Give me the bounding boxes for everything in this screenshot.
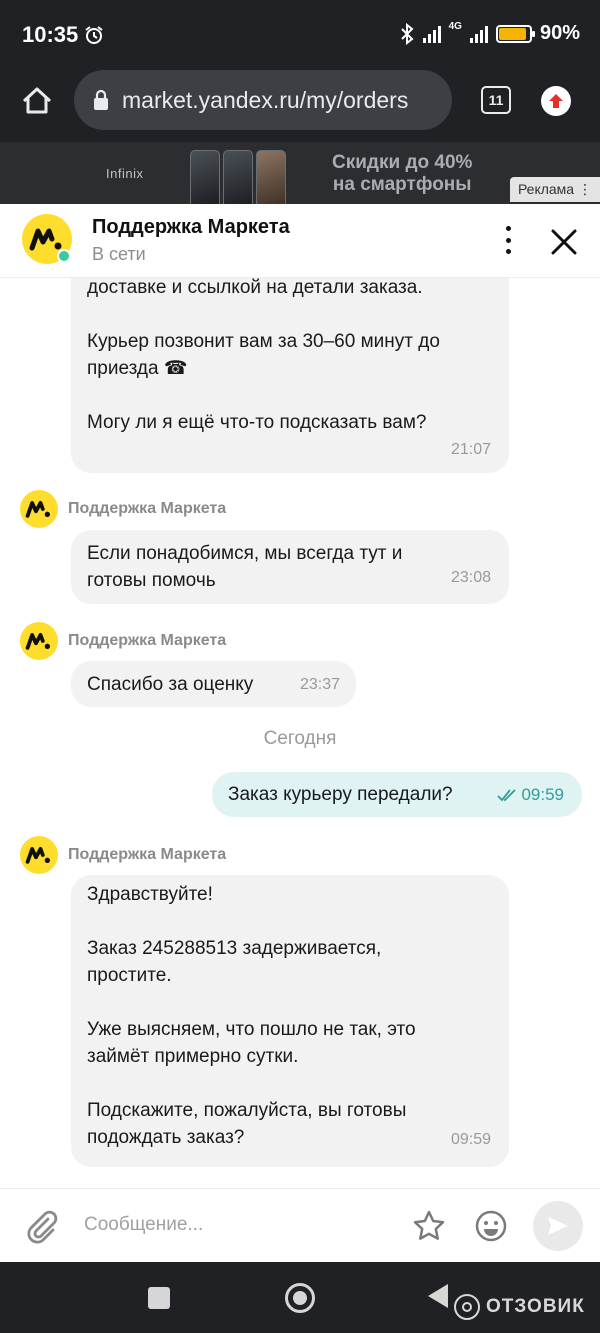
home-icon[interactable] <box>20 84 54 118</box>
online-indicator <box>57 249 71 263</box>
more-vertical-icon: ⋮ <box>578 181 592 197</box>
status-time-group: 10:35 <box>22 22 104 48</box>
signal-strength-icon-2 <box>469 25 488 43</box>
message-bubble: доставке и ссылкой на детали заказа. Кур… <box>71 278 509 473</box>
url-text: market.yandex.ru/my/orders <box>122 86 409 113</box>
message-line <box>87 382 493 409</box>
message-time: 09:59 <box>521 784 564 804</box>
browser-toolbar: market.yandex.ru/my/orders 11 <box>0 70 600 142</box>
avatar <box>20 836 58 874</box>
tab-switcher-button[interactable]: 11 <box>481 86 511 114</box>
network-type: 4G <box>448 21 462 32</box>
battery-percent: 90% <box>539 22 580 44</box>
home-button[interactable] <box>285 1283 315 1313</box>
message-time: 21:07 <box>450 441 491 458</box>
avatar <box>20 622 58 660</box>
message-bubble: Спасибо за оценку 23:37 <box>71 661 356 707</box>
day-separator: Сегодня <box>263 728 337 749</box>
ad-brand: Infinix <box>106 166 144 181</box>
alarm-icon <box>85 26 103 44</box>
system-nav-bar: ОТЗОВИК <box>0 1262 600 1333</box>
message-line: приезда ☎ <box>87 358 188 379</box>
message-time: 23:08 <box>450 569 491 586</box>
ad-promo-line1: Скидки до 40% <box>332 152 473 173</box>
ad-label[interactable]: Реклама ⋮ <box>509 177 600 202</box>
watermark: ОТЗОВИК <box>454 1294 585 1320</box>
attach-icon[interactable] <box>24 1209 60 1245</box>
message-list[interactable]: доставке и ссылкой на детали заказа. Кур… <box>0 278 600 1188</box>
chat-status: В сети <box>92 244 146 264</box>
message-line <box>87 989 493 1016</box>
emoji-icon[interactable] <box>474 1209 508 1243</box>
chat-header: Поддержка Маркета В сети <box>0 204 600 278</box>
recents-button[interactable] <box>148 1287 170 1309</box>
message-text: Заказ курьеру передали? <box>228 783 453 805</box>
sender-name: Поддержка Маркета <box>68 632 227 649</box>
ad-promo-text: Скидки до 40% на смартфоны <box>332 152 472 196</box>
outgoing-message-bubble: Заказ курьеру передали? 09:59 <box>212 772 582 817</box>
phones-image <box>190 150 286 204</box>
ad-banner[interactable]: Infinix Скидки до 40% на смартфоны Рекла… <box>0 142 600 204</box>
message-line <box>87 301 493 328</box>
message-bubble: Здравствуйте! Заказ 245288513 задерживае… <box>71 875 509 1167</box>
message-time: 09:59 <box>450 1131 491 1148</box>
double-check-icon <box>497 788 517 801</box>
message-line: простите. <box>87 965 172 986</box>
close-icon[interactable] <box>550 228 578 256</box>
update-button[interactable] <box>541 86 571 116</box>
sender-name: Поддержка Маркета <box>68 846 227 863</box>
sender-row: Поддержка Маркета <box>20 622 226 660</box>
send-icon <box>548 1217 568 1235</box>
battery-icon <box>495 24 535 43</box>
message-line: готовы помочь <box>87 570 216 591</box>
message-line: Спасибо за оценку <box>87 673 254 695</box>
avatar <box>20 490 58 528</box>
signal-strength-icon <box>422 25 441 43</box>
message-line: Подскажите, пожалуйста, вы готовы <box>87 1100 407 1121</box>
message-line: доставке и ссылкой на детали заказа. <box>87 278 423 298</box>
message-line: подождать заказ? <box>87 1127 245 1148</box>
lock-icon <box>94 89 108 110</box>
bluetooth-icon <box>400 22 414 45</box>
ad-label-text: Реклама <box>517 181 575 197</box>
sender-name: Поддержка Маркета <box>68 500 227 517</box>
message-line: Заказ 245288513 задерживается, <box>87 938 382 959</box>
ad-promo-line2: на смартфоны <box>332 174 472 195</box>
message-bubble: Если понадобимся, мы всегда тут и готовы… <box>71 530 509 604</box>
message-line <box>87 1070 493 1097</box>
more-options-icon[interactable] <box>498 226 518 254</box>
message-line: займёт примерно сутки. <box>87 1046 299 1067</box>
back-button[interactable] <box>428 1284 448 1308</box>
message-composer <box>0 1188 600 1262</box>
watermark-text: ОТЗОВИК <box>486 1296 585 1317</box>
status-bar: 10:35 4G 90% <box>0 0 600 70</box>
sender-row: Поддержка Маркета <box>20 836 226 874</box>
status-time: 10:35 <box>22 22 79 47</box>
battery-fill <box>498 27 526 40</box>
message-time: 23:37 <box>299 675 340 693</box>
chat-title: Поддержка Маркета <box>92 216 290 238</box>
send-button[interactable] <box>533 1201 583 1251</box>
star-icon[interactable] <box>412 1209 446 1243</box>
arrow-up-icon <box>549 94 563 108</box>
message-line: Уже выясняем, что пошло не так, это <box>87 1019 416 1040</box>
message-line <box>87 908 493 935</box>
message-line: Могу ли я ещё что-то подсказать вам? <box>87 412 427 433</box>
sender-row: Поддержка Маркета <box>20 490 226 528</box>
message-line: Если понадобимся, мы всегда тут и <box>87 543 403 564</box>
message-line: Курьер позвонит вам за 30–60 минут до <box>87 331 440 352</box>
status-indicators: 4G 90% <box>399 21 580 45</box>
message-line: Здравствуйте! <box>87 884 213 905</box>
message-meta: 09:59 <box>497 785 564 805</box>
address-bar[interactable]: market.yandex.ru/my/orders <box>74 70 452 130</box>
message-input[interactable] <box>84 1207 384 1243</box>
watermark-logo-icon <box>454 1294 480 1320</box>
